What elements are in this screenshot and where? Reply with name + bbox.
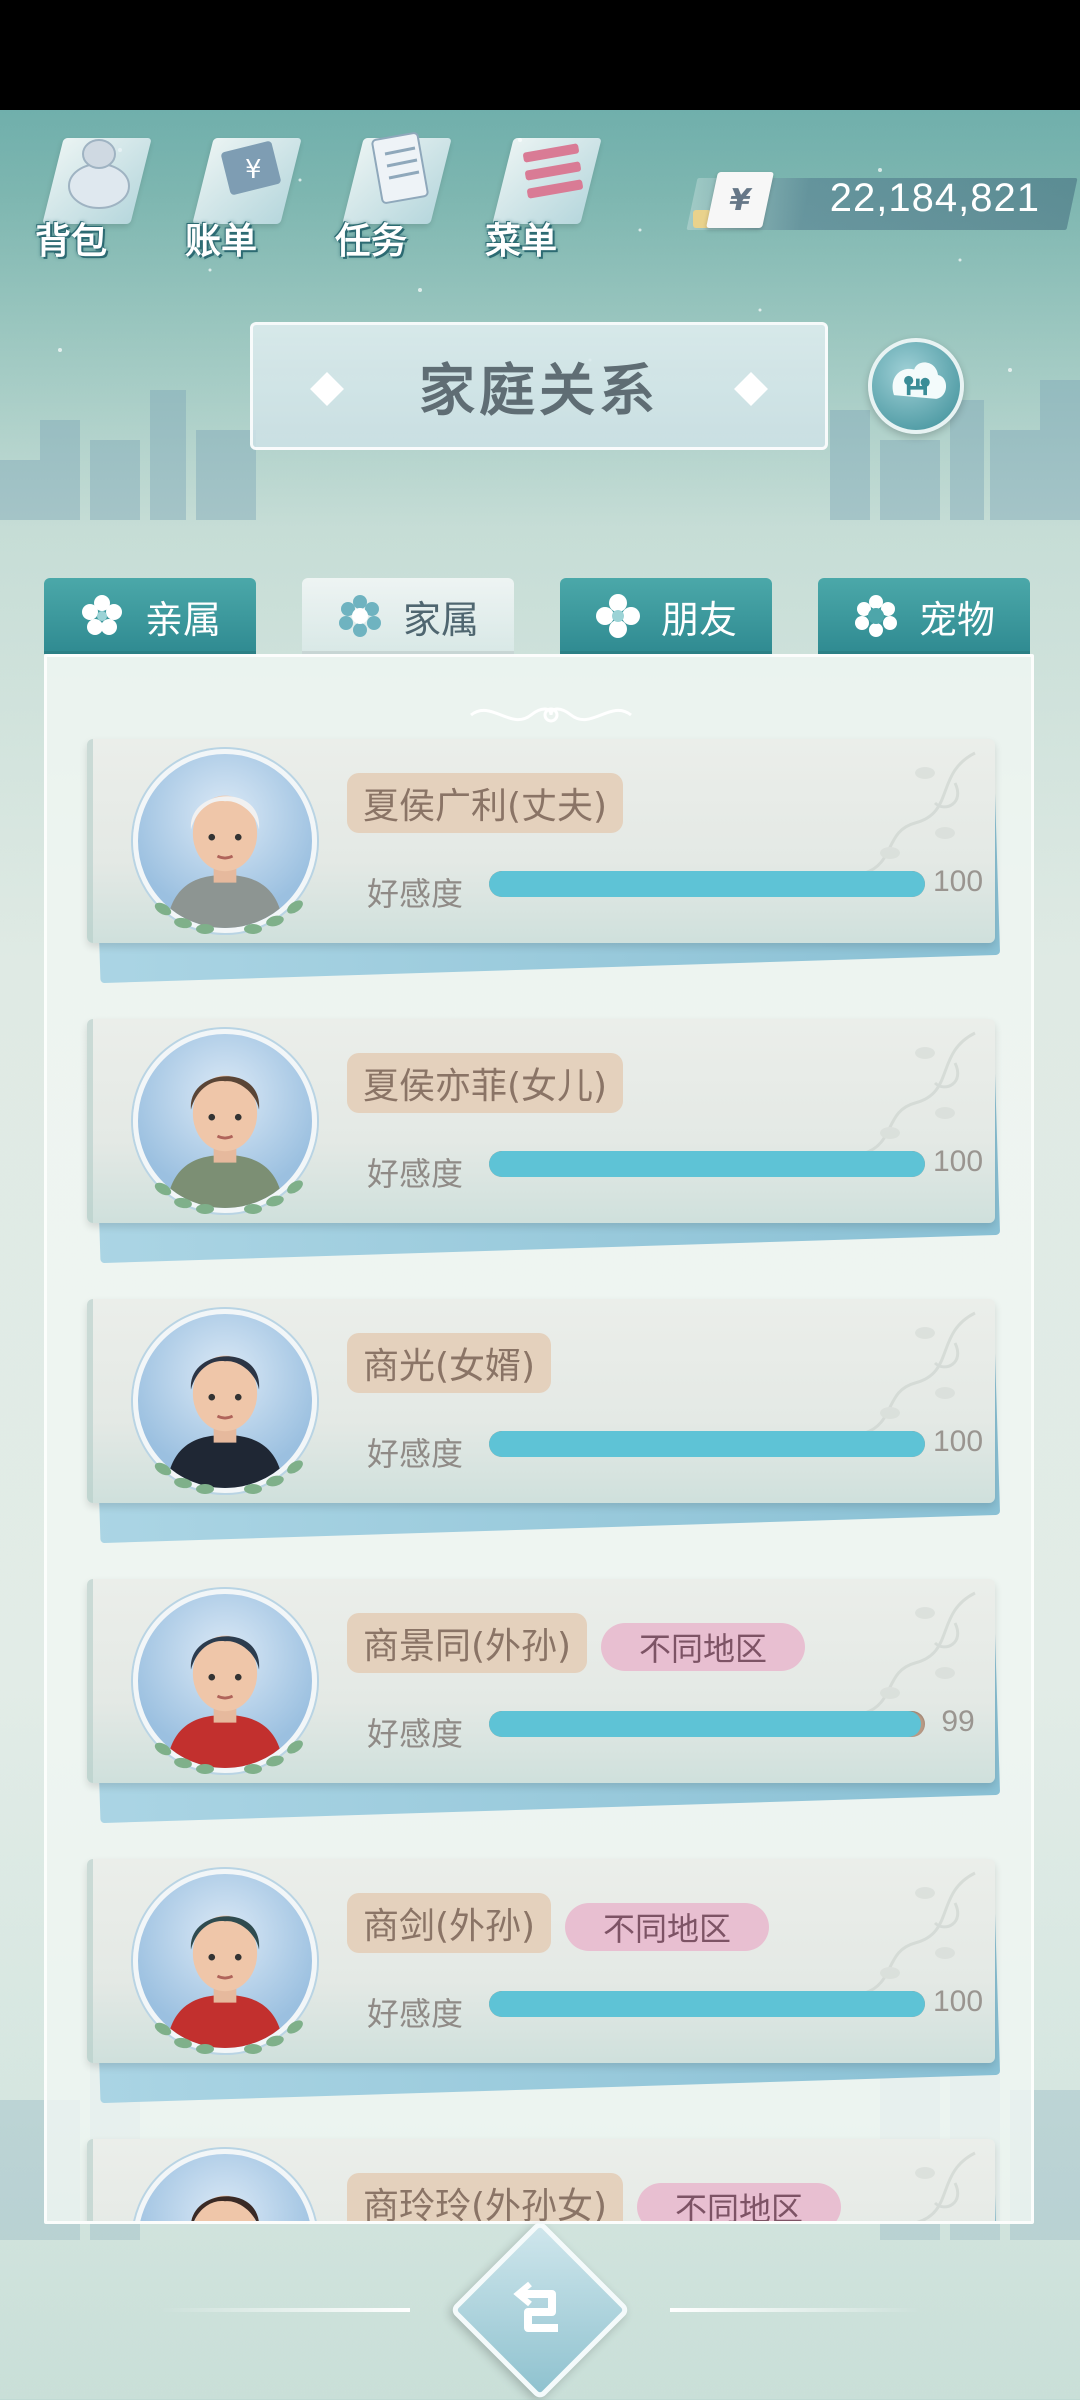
currency-symbol: ¥ — [725, 182, 755, 218]
affection-bar-fill — [489, 1711, 921, 1737]
affection-bar — [489, 1991, 925, 2017]
gear-flower-icon — [338, 595, 381, 637]
affection-label: 好感度 — [367, 1715, 464, 1753]
backpack-button[interactable]: 背包 — [25, 120, 152, 262]
avatar[interactable] — [133, 1309, 317, 1493]
page-title: 家庭关系 — [419, 358, 659, 424]
top-toolbar: 背包 ¥ 账单 任务 菜单 — [25, 120, 602, 262]
character-portrait-icon — [166, 1635, 284, 1768]
bill-button[interactable]: ¥ 账单 — [175, 120, 302, 262]
tab-friends-label: 朋友 — [660, 597, 737, 642]
affection-bar — [489, 871, 925, 897]
affection-value: 99 — [941, 1705, 975, 1738]
family-tree-button[interactable] — [868, 338, 964, 434]
character-portrait-icon — [166, 795, 284, 928]
svg-text:¥: ¥ — [245, 155, 262, 185]
member-name: 商景同(外孙) — [347, 1613, 588, 1673]
task-button[interactable]: 任务 — [325, 120, 452, 262]
affection-value: 100 — [932, 865, 984, 898]
bottom-bar — [0, 2219, 1080, 2400]
back-arrow-icon — [513, 2281, 558, 2332]
avatar[interactable] — [133, 749, 317, 933]
member-card[interactable]: 商玲玲(外孙女)不同地区好感度100 — [87, 2139, 1001, 2221]
region-badge: 不同地区 — [601, 1623, 806, 1671]
tab-relatives-label: 亲属 — [144, 597, 221, 642]
affection-value: 100 — [932, 1985, 984, 2018]
member-card[interactable]: 商景同(外孙) 不同地区好感度 99 — [87, 1579, 1001, 1824]
affection-value: 100 — [932, 1145, 984, 1178]
avatar[interactable] — [133, 2149, 317, 2221]
tab-pets-label: 宠物 — [918, 597, 995, 642]
member-card-body: 夏侯广利(丈夫) 好感度 100 — [87, 739, 995, 943]
member-card[interactable]: 商剑(外孙) 不同地区好感度 100 — [87, 1859, 1001, 2104]
affection-bar-fill — [489, 1151, 925, 1177]
member-card-body: 商光(女婿) 好感度 100 — [87, 1299, 995, 1503]
affection-bar — [489, 1431, 925, 1457]
backpack-label: 背包 — [35, 221, 108, 262]
member-card-body: 夏侯亦菲(女儿) 好感度 100 — [87, 1019, 995, 1223]
member-card-body: 商玲玲(外孙女)不同地区好感度100 — [87, 2139, 995, 2221]
character-portrait-icon — [166, 1075, 284, 1208]
bottom-line-left — [160, 2308, 410, 2312]
family-tree-icon — [892, 362, 947, 399]
member-card-body: 商剑(外孙) 不同地区好感度 100 — [87, 1859, 995, 2063]
gear-flower-icon — [854, 595, 897, 637]
avatar[interactable] — [133, 1869, 317, 2053]
region-badge: 不同地区 — [565, 1903, 770, 1951]
ornament-decoration — [470, 707, 632, 723]
avatar[interactable] — [133, 1029, 317, 1213]
menu-button[interactable]: 菜单 — [475, 120, 602, 262]
region-badge: 不同地区 — [637, 2183, 842, 2221]
tab-family-label: 家属 — [402, 597, 479, 642]
bill-label: 账单 — [185, 221, 258, 262]
affection-label: 好感度 — [367, 1435, 464, 1473]
member-name: 商玲玲(外孙女) — [347, 2173, 624, 2221]
affection-value: 100 — [932, 1425, 984, 1458]
affection-bar-fill — [489, 1991, 925, 2017]
member-name: 夏侯亦菲(女儿) — [347, 1053, 624, 1113]
menu-label: 菜单 — [485, 221, 558, 262]
page-title-banner: 家庭关系 — [250, 322, 828, 450]
yen-icon: ¥ — [706, 172, 774, 228]
character-portrait-icon — [191, 2195, 259, 2221]
bill-icon: ¥ — [221, 141, 281, 195]
affection-bar — [489, 1711, 925, 1737]
affection-bar-fill — [489, 1431, 925, 1457]
tab-relatives[interactable]: 亲属 — [44, 578, 256, 654]
member-name: 夏侯广利(丈夫) — [347, 773, 624, 833]
affection-label: 好感度 — [367, 1155, 464, 1193]
affection-bar-fill — [489, 871, 925, 897]
status-bar — [0, 0, 1080, 110]
menu-icon — [523, 143, 583, 199]
character-portrait-icon — [166, 1915, 284, 2048]
affection-bar — [489, 1151, 925, 1177]
member-name: 商光(女婿) — [347, 1333, 552, 1393]
backpack-icon — [68, 139, 130, 209]
family-member-list[interactable]: 夏侯广利(丈夫) 好感度 100 夏侯亦菲(女儿) 好感度 100 商光(女婿) 好感度 100… — [44, 654, 1034, 2224]
task-icon — [371, 132, 429, 204]
diamond-left-decoration — [310, 372, 344, 406]
relationship-tabs: 亲属 家属 朋友 宠物 — [44, 578, 1034, 654]
flower-icon — [81, 595, 122, 635]
member-card-body: 商景同(外孙) 不同地区好感度 99 — [87, 1579, 995, 1783]
tab-pets[interactable]: 宠物 — [818, 578, 1030, 654]
bottom-line-right — [670, 2308, 920, 2312]
member-card[interactable]: 商光(女婿) 好感度 100 — [87, 1299, 1001, 1544]
character-portrait-icon — [166, 1355, 284, 1488]
flower-icon — [595, 594, 640, 638]
avatar[interactable] — [133, 1589, 317, 1773]
tab-friends[interactable]: 朋友 — [560, 578, 772, 654]
currency-value: 22,184,821 — [829, 176, 1040, 220]
affection-label: 好感度 — [367, 875, 464, 913]
diamond-right-decoration — [734, 372, 768, 406]
affection-label: 好感度 — [367, 1995, 464, 2033]
member-name: 商剑(外孙) — [347, 1893, 552, 1953]
member-card[interactable]: 夏侯广利(丈夫) 好感度 100 — [87, 739, 1001, 984]
task-label: 任务 — [335, 221, 408, 262]
tab-family[interactable]: 家属 — [302, 578, 514, 654]
member-card[interactable]: 夏侯亦菲(女儿) 好感度 100 — [87, 1019, 1001, 1264]
